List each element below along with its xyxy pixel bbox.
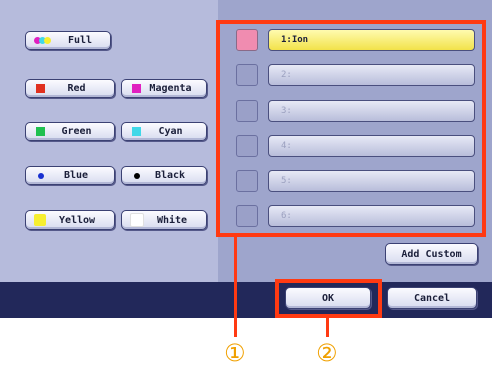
cancel-button[interactable]: Cancel xyxy=(387,287,477,309)
callout-1: ① xyxy=(224,339,246,367)
magenta-label: Magenta xyxy=(149,83,192,94)
callout-line-1 xyxy=(234,237,237,337)
full-color-label: Full xyxy=(67,35,93,46)
callout-line-2 xyxy=(326,318,329,337)
custom-slots-highlight xyxy=(216,20,486,237)
cyan-swatch-icon xyxy=(132,127,141,136)
add-custom-button[interactable]: Add Custom xyxy=(385,243,478,265)
magenta-button[interactable]: Magenta xyxy=(121,79,207,98)
add-custom-label: Add Custom xyxy=(401,248,462,260)
blue-label: Blue xyxy=(63,170,89,181)
black-button[interactable]: Black xyxy=(121,166,207,185)
callout-2: ② xyxy=(316,339,338,367)
green-swatch-icon xyxy=(36,127,45,136)
cancel-label: Cancel xyxy=(413,292,451,304)
yellow-swatch-icon xyxy=(34,214,46,226)
magenta-swatch-icon xyxy=(132,84,141,93)
green-button[interactable]: Green xyxy=(25,122,115,141)
white-button[interactable]: White xyxy=(121,210,207,230)
ok-button-highlight xyxy=(275,279,382,318)
red-swatch-icon xyxy=(36,84,45,93)
green-label: Green xyxy=(61,126,92,137)
full-color-button[interactable]: Full xyxy=(25,31,111,50)
red-label: Red xyxy=(67,83,86,94)
full-color-icon xyxy=(34,35,56,47)
yellow-button[interactable]: Yellow xyxy=(25,210,115,230)
cyan-label: Cyan xyxy=(158,126,183,137)
white-label: White xyxy=(156,214,188,226)
blue-button[interactable]: Blue xyxy=(25,166,115,185)
yellow-label: Yellow xyxy=(58,214,96,226)
red-button[interactable]: Red xyxy=(25,79,115,98)
white-swatch-icon xyxy=(130,213,144,227)
cyan-button[interactable]: Cyan xyxy=(121,122,207,141)
black-label: Black xyxy=(154,170,186,181)
